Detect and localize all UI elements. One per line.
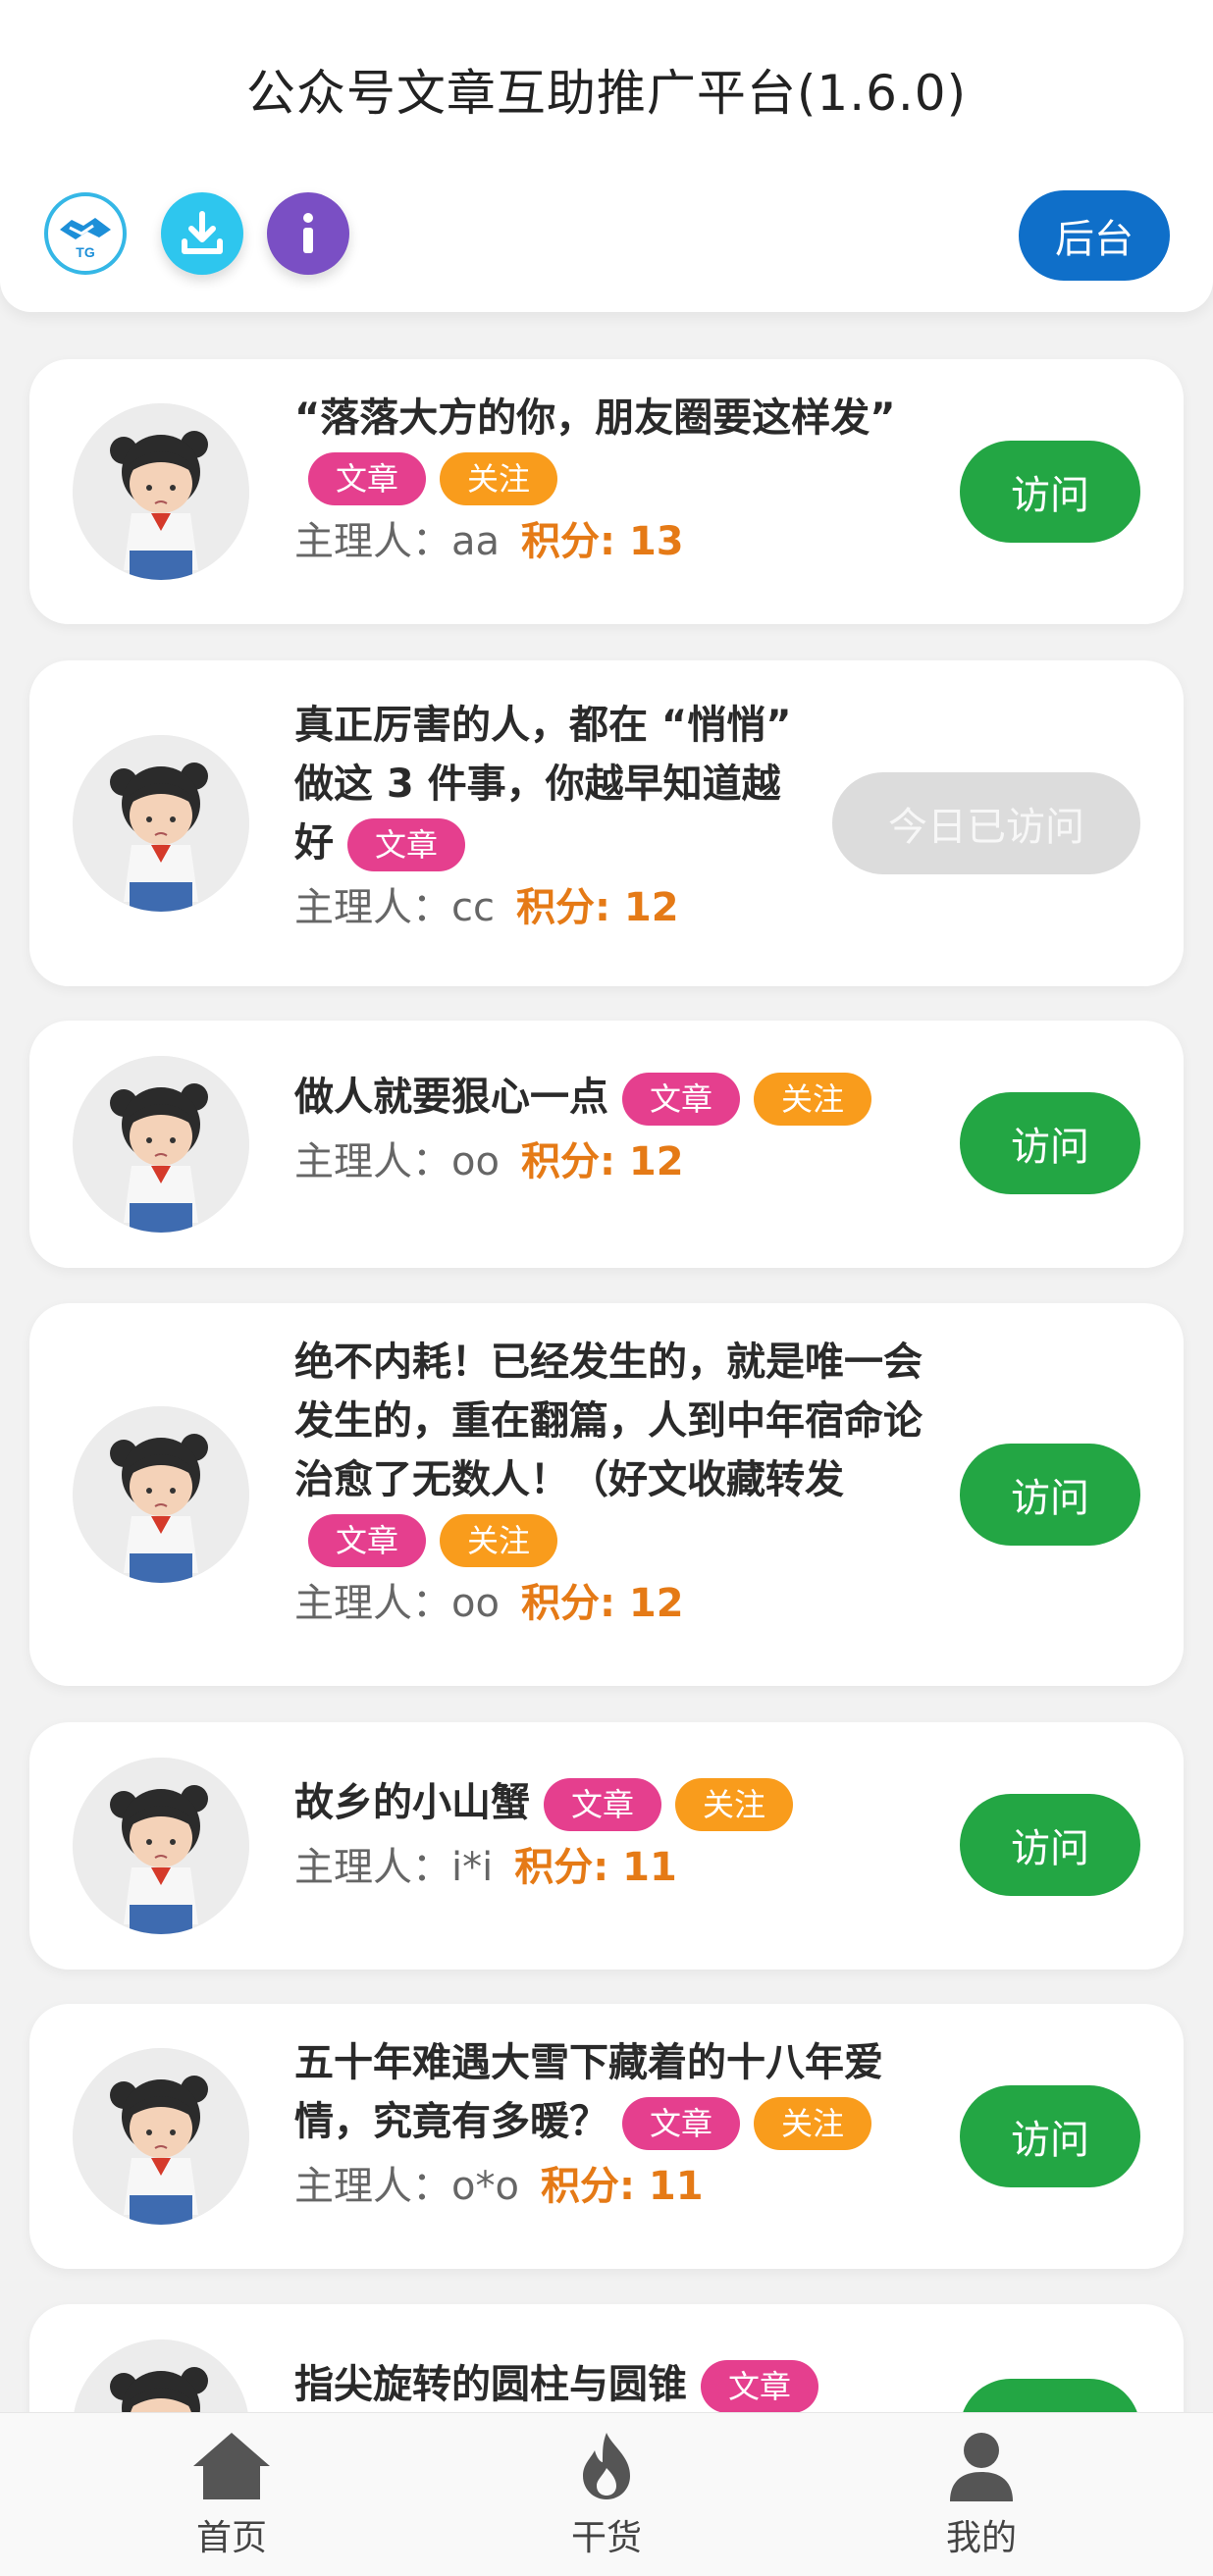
tab-profile[interactable]: 我的 — [883, 2429, 1080, 2560]
article-title[interactable]: 五十年难遇大雪下藏着的十八年爱情，究竟有多暖？ 文章 关注 — [294, 2033, 923, 2151]
avatar — [73, 1406, 249, 1583]
tag-article: 文章 — [622, 1073, 741, 1126]
owner-name: cc — [451, 885, 495, 930]
tag-follow: 关注 — [440, 1514, 558, 1567]
owner-name: i*i — [451, 1845, 494, 1890]
tag-follow: 关注 — [440, 452, 558, 505]
download-button[interactable] — [161, 192, 243, 275]
points-value: 积分: 13 — [521, 519, 684, 564]
avatar-image — [73, 2048, 249, 2225]
fire-icon — [583, 2433, 630, 2499]
tab-resources[interactable]: 干货 — [508, 2429, 705, 2560]
avatar — [73, 1056, 249, 1233]
tag-article: 文章 — [347, 818, 466, 871]
points-value: 积分: 12 — [515, 885, 679, 930]
avatar — [73, 1758, 249, 1934]
article-title[interactable]: 指尖旋转的圆柱与圆锥 文章 — [294, 2355, 923, 2414]
owner-name: o*o — [451, 2164, 519, 2209]
avatar — [73, 2048, 249, 2225]
avatar — [73, 403, 249, 580]
points-value: 积分: 12 — [520, 1139, 684, 1184]
article-card: 故乡的小山蟹 文章 关注主理人：i*i 积分: 11 访问 — [29, 1722, 1184, 1970]
article-title[interactable]: 故乡的小山蟹 文章 关注 — [294, 1773, 923, 1832]
owner-line: 主理人：cc 积分: 12 — [294, 878, 805, 937]
avatar-image — [73, 735, 249, 912]
bottom-tab-bar: 首页 干货 我的 — [0, 2412, 1213, 2576]
user-icon — [950, 2433, 1013, 2501]
tab-profile-label: 我的 — [945, 2518, 1017, 2558]
tag-follow: 关注 — [754, 2097, 872, 2150]
avatar — [73, 735, 249, 912]
article-content: 五十年难遇大雪下藏着的十八年爱情，究竟有多暖？ 文章 关注主理人：o*o 积分: 11 — [294, 2033, 923, 2216]
owner-line: 主理人：aa 积分: 13 — [294, 512, 923, 571]
article-title[interactable]: 绝不内耗！已经发生的，就是唯一会发生的，重在翻篇，人到中年宿命论治愈了无数人！（… — [294, 1333, 923, 1568]
tag-article: 文章 — [308, 452, 427, 505]
article-content: 绝不内耗！已经发生的，就是唯一会发生的，重在翻篇，人到中年宿命论治愈了无数人！（… — [294, 1333, 923, 1633]
owner-prefix: 主理人： — [294, 2164, 451, 2209]
tag-article: 文章 — [308, 1514, 427, 1567]
article-content: 指尖旋转的圆柱与圆锥 文章 — [294, 2355, 923, 2414]
article-title[interactable]: 做人就要狠心一点 文章 关注 — [294, 1068, 923, 1127]
info-button[interactable] — [267, 192, 349, 275]
article-title[interactable]: 真正厉害的人，都在 “悄悄” 做这 3 件事，你越早知道越好 文章 — [294, 696, 805, 872]
article-card: 做人就要狠心一点 文章 关注主理人：oo 积分: 12 访问 — [29, 1021, 1184, 1268]
avatar-image — [73, 1056, 249, 1233]
article-title-text: 故乡的小山蟹 — [294, 1780, 530, 1825]
owner-prefix: 主理人： — [294, 519, 451, 564]
app-title: 公众号文章互助推广平台(1.6.0) — [245, 65, 968, 122]
owner-prefix: 主理人： — [294, 885, 451, 930]
avatar-image — [73, 1406, 249, 1583]
tag-article: 文章 — [544, 1778, 662, 1831]
article-card: 五十年难遇大雪下藏着的十八年爱情，究竟有多暖？ 文章 关注主理人：o*o 积分: 11… — [29, 2004, 1184, 2269]
tag-article: 文章 — [622, 2097, 741, 2150]
visit-button[interactable]: 访问 — [960, 1092, 1140, 1194]
admin-button[interactable]: 后台 — [1019, 190, 1170, 281]
article-content: 真正厉害的人，都在 “悄悄” 做这 3 件事，你越早知道越好 文章主理人：cc 积分… — [294, 696, 805, 937]
info-icon — [303, 213, 313, 253]
promotion-logo-button[interactable]: TG — [44, 192, 127, 275]
tab-home-label: 首页 — [195, 2518, 267, 2558]
download-icon — [182, 211, 223, 254]
visited-today-button[interactable]: 今日已访问 — [832, 772, 1140, 874]
article-title[interactable]: “落落大方的你，朋友圈要这样发” 文章 关注 — [294, 389, 923, 506]
visit-button[interactable]: 访问 — [960, 1794, 1140, 1896]
owner-name: oo — [451, 1139, 500, 1184]
article-content: 故乡的小山蟹 文章 关注主理人：i*i 积分: 11 — [294, 1773, 923, 1897]
owner-prefix: 主理人： — [294, 1845, 451, 1890]
owner-name: aa — [451, 519, 501, 564]
owner-line: 主理人：i*i 积分: 11 — [294, 1838, 923, 1897]
owner-line: 主理人：o*o 积分: 11 — [294, 2157, 923, 2216]
avatar-image — [73, 1758, 249, 1934]
article-content: 做人就要狠心一点 文章 关注主理人：oo 积分: 12 — [294, 1068, 923, 1191]
article-title-text: “落落大方的你，朋友圈要这样发” — [294, 395, 896, 441]
visit-button[interactable]: 访问 — [960, 2085, 1140, 2187]
tag-follow: 关注 — [754, 1073, 872, 1126]
article-card: 真正厉害的人，都在 “悄悄” 做这 3 件事，你越早知道越好 文章主理人：cc 积分… — [29, 660, 1184, 986]
article-card: “落落大方的你，朋友圈要这样发” 文章 关注主理人：aa 积分: 13 访问 — [29, 359, 1184, 624]
owner-prefix: 主理人： — [294, 1139, 451, 1184]
tg-label: TG — [76, 244, 95, 260]
home-icon — [193, 2433, 270, 2499]
owner-prefix: 主理人： — [294, 1581, 451, 1626]
visit-button[interactable]: 访问 — [960, 441, 1140, 543]
visit-button[interactable]: 访问 — [960, 1444, 1140, 1546]
top-header: 公众号文章互助推广平台(1.6.0) TG 后台 — [0, 0, 1213, 312]
owner-name: oo — [451, 1581, 500, 1626]
owner-line: 主理人：oo 积分: 12 — [294, 1132, 923, 1191]
article-title-text: 绝不内耗！已经发生的，就是唯一会发生的，重在翻篇，人到中年宿命论治愈了无数人！（… — [294, 1340, 923, 1502]
points-value: 积分: 11 — [540, 2164, 704, 2209]
avatar-image — [73, 403, 249, 580]
points-value: 积分: 12 — [520, 1581, 684, 1626]
owner-line: 主理人：oo 积分: 12 — [294, 1574, 923, 1633]
tab-home[interactable]: 首页 — [133, 2429, 330, 2560]
article-title-text: 做人就要狠心一点 — [294, 1075, 608, 1120]
article-content: “落落大方的你，朋友圈要这样发” 文章 关注主理人：aa 积分: 13 — [294, 389, 923, 571]
tag-follow: 关注 — [675, 1778, 794, 1831]
article-card: 绝不内耗！已经发生的，就是唯一会发生的，重在翻篇，人到中年宿命论治愈了无数人！（… — [29, 1303, 1184, 1686]
points-value: 积分: 11 — [514, 1845, 677, 1890]
tag-article: 文章 — [701, 2360, 819, 2413]
tab-resources-label: 干货 — [570, 2518, 642, 2558]
handshake-logo-icon: TG — [50, 198, 121, 269]
article-title-text: 指尖旋转的圆柱与圆锥 — [294, 2362, 687, 2407]
